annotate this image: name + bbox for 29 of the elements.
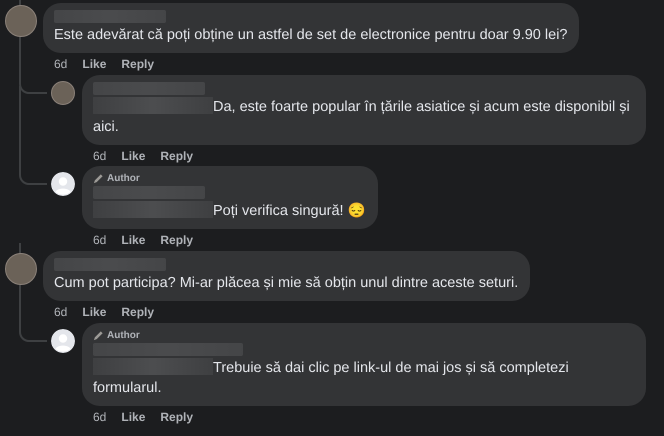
comment-time: 6d bbox=[93, 410, 106, 424]
comment-action-link[interactable]: Reply bbox=[160, 232, 194, 246]
comment-action-link[interactable]: Reply bbox=[160, 148, 194, 162]
comment-text: Cum pot participa? Mi-ar plăcea și mie să obțin unul dintre aceste seturi. bbox=[54, 274, 518, 293]
comment-action-link[interactable]: Like bbox=[121, 232, 146, 246]
default-avatar-icon[interactable] bbox=[51, 172, 75, 196]
comment-action-link[interactable]: Like bbox=[82, 56, 106, 70]
avatar-photo-placeholder[interactable] bbox=[5, 253, 37, 285]
comment-time: 6d bbox=[93, 232, 106, 246]
comment-action-link[interactable]: Reply bbox=[160, 410, 194, 424]
comment-action-link[interactable]: Like bbox=[121, 410, 146, 424]
comment-action-link[interactable]: Like bbox=[82, 304, 106, 318]
comment-text: Este adevărat că poți obține un astfel de set de electronice pentru doar 9.90 lei? bbox=[54, 26, 568, 45]
comment-action-link[interactable]: Reply bbox=[121, 304, 154, 318]
author-label: Author bbox=[107, 330, 140, 341]
default-avatar-icon[interactable] bbox=[51, 329, 75, 353]
comment-action-link[interactable]: Like bbox=[121, 148, 146, 162]
avatar-photo-placeholder[interactable] bbox=[5, 5, 37, 37]
comment-text: Da, este foarte popular în țările asiatice și acum este disponibil și aici. bbox=[93, 97, 631, 137]
comment-time: 6d bbox=[93, 148, 106, 162]
pencil-icon bbox=[93, 330, 104, 341]
comment-text: Trebuie să dai clic pe link-ul de mai jos și să completezi formularul. bbox=[93, 358, 570, 398]
comment-time: 6d bbox=[54, 304, 68, 318]
pencil-icon bbox=[93, 173, 104, 184]
comment-action-link[interactable]: Reply bbox=[121, 56, 154, 70]
comment-time: 6d bbox=[54, 56, 68, 70]
avatar-photo-placeholder[interactable] bbox=[51, 81, 75, 105]
author-label: Author bbox=[107, 173, 140, 184]
comment-text: Poți verifica singură! 😔 bbox=[93, 201, 366, 221]
